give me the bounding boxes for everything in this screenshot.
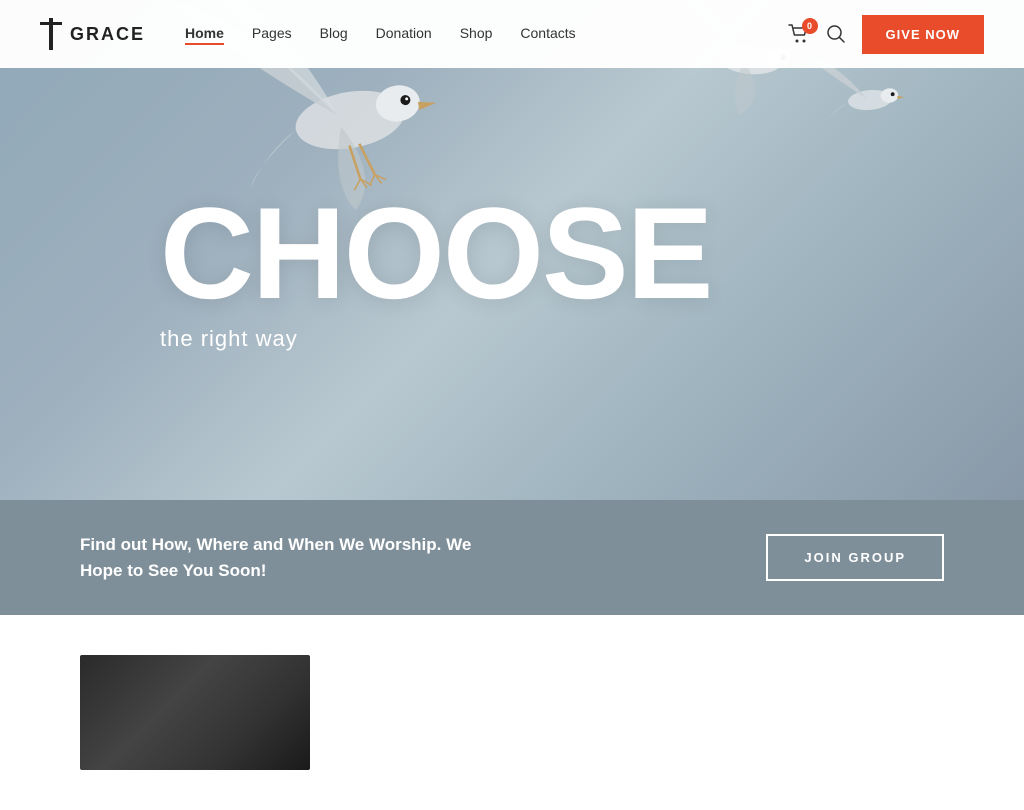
nav-link-shop[interactable]: Shop (460, 25, 493, 41)
nav-item-blog[interactable]: Blog (320, 25, 348, 43)
nav-link-pages[interactable]: Pages (252, 25, 292, 41)
cart-badge: 0 (802, 18, 818, 34)
nav-link-blog[interactable]: Blog (320, 25, 348, 41)
info-text: Find out How, Where and When We Worship.… (80, 532, 471, 583)
join-group-button[interactable]: JOIN GROUP (766, 534, 944, 581)
nav-item-donation[interactable]: Donation (376, 25, 432, 43)
navbar: GRACE Home Pages Blog Donation Shop Cont… (0, 0, 1024, 68)
logo-text: GRACE (70, 24, 145, 45)
cart-button[interactable]: 0 (788, 24, 810, 44)
hero-section: CHOOSE the right way (0, 0, 1024, 500)
hero-title: CHOOSE (160, 188, 1024, 318)
info-text-line1: Find out How, Where and When We Worship.… (80, 535, 471, 554)
nav-item-pages[interactable]: Pages (252, 25, 292, 43)
logo[interactable]: GRACE (40, 18, 145, 50)
article-thumbnail (80, 655, 310, 770)
search-icon (826, 24, 846, 44)
logo-icon (40, 18, 62, 50)
give-now-button[interactable]: GIVE NOW (862, 15, 984, 54)
nav-links: Home Pages Blog Donation Shop Contacts (185, 25, 788, 43)
bottom-section (0, 615, 1024, 810)
nav-link-home[interactable]: Home (185, 25, 224, 45)
nav-item-home[interactable]: Home (185, 25, 224, 43)
hero-content: CHOOSE the right way (0, 0, 1024, 500)
nav-right: 0 GIVE NOW (788, 15, 984, 54)
nav-item-contacts[interactable]: Contacts (520, 25, 575, 43)
hero-subtitle: the right way (160, 326, 1024, 352)
search-button[interactable] (826, 24, 846, 44)
info-bar: Find out How, Where and When We Worship.… (0, 500, 1024, 615)
info-text-line2: Hope to See You Soon! (80, 561, 266, 580)
nav-item-shop[interactable]: Shop (460, 25, 493, 43)
nav-link-contacts[interactable]: Contacts (520, 25, 575, 41)
nav-link-donation[interactable]: Donation (376, 25, 432, 41)
